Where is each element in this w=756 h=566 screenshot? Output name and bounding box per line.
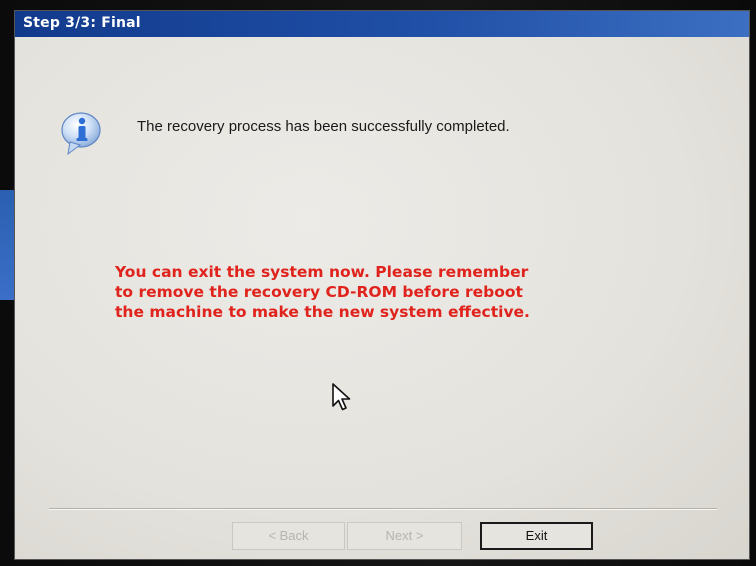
warning-line-1: You can exit the system now. Please reme… <box>115 263 529 281</box>
warning-line-3: the machine to make the new system effec… <box>115 303 530 321</box>
title-bar[interactable]: Step 3/3: Final <box>15 11 749 37</box>
button-separator <box>49 508 717 510</box>
mouse-pointer-icon <box>332 383 351 411</box>
window-title: Step 3/3: Final <box>23 15 141 31</box>
recovery-wizard-window: Step 3/3: Final The recovery process has… <box>14 10 750 560</box>
next-button[interactable]: Next > <box>347 522 462 550</box>
warning-message: You can exit the system now. Please reme… <box>115 262 655 322</box>
info-icon <box>61 112 101 156</box>
exit-button[interactable]: Exit <box>480 522 593 550</box>
monitor-screen: Step 3/3: Final The recovery process has… <box>0 0 756 566</box>
wizard-body: The recovery process has been successful… <box>15 37 749 559</box>
warning-line-2: to remove the recovery CD-ROM before reb… <box>115 283 523 301</box>
back-button[interactable]: < Back <box>232 522 345 550</box>
success-message: The recovery process has been successful… <box>137 118 510 135</box>
